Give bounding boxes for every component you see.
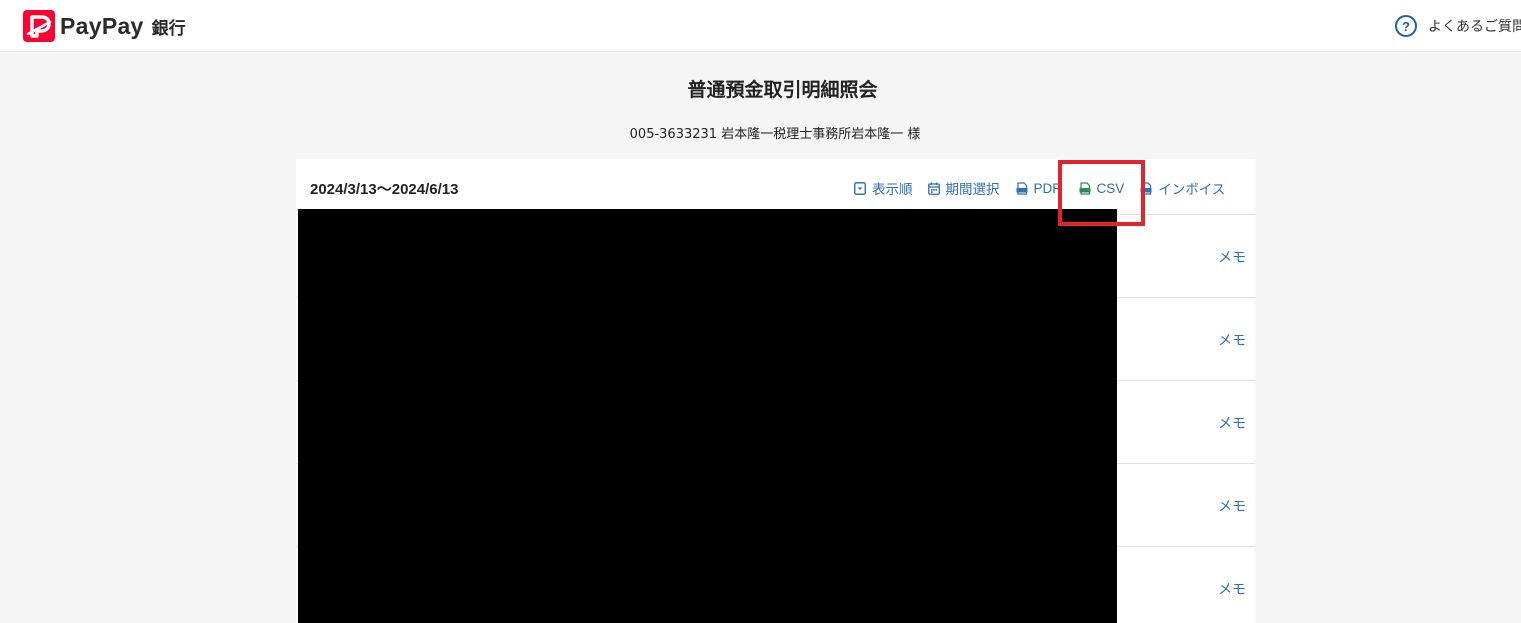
pdf-label: PDF <box>1033 180 1061 196</box>
period-range: 2024/3/13〜2024/6/13 <box>310 181 459 198</box>
period-select-label: 期間選択 <box>945 182 1000 197</box>
paypay-bank-logo[interactable]: PayPay 銀行 <box>22 9 186 43</box>
toolbar: 表示順 期間選択 PDF CSV インボイス <box>854 179 1225 197</box>
paypay-logo-icon <box>23 10 55 42</box>
memo-link[interactable]: メモ <box>1218 413 1246 433</box>
invoice-button[interactable]: インボイス <box>1140 178 1225 198</box>
logo-subtext: 銀行 <box>151 18 186 39</box>
memo-link[interactable]: メモ <box>1218 330 1246 350</box>
sort-order-label: 表示順 <box>872 182 913 197</box>
period-select-button[interactable]: 期間選択 <box>927 178 1000 198</box>
sort-order-button[interactable]: 表示順 <box>854 178 913 198</box>
faq-label: よくあるご質問 <box>1428 19 1521 35</box>
page-title: 普通預金取引明細照会 <box>687 79 878 101</box>
redaction-block <box>298 209 1117 623</box>
csv-highlight-box <box>1058 160 1145 226</box>
top-header: PayPay 銀行 ? よくあるご質問 <box>0 0 1521 52</box>
calendar-icon <box>927 182 940 195</box>
account-info: 005-3633231 岩本隆一税理士事務所岩本隆一 様 <box>629 127 921 142</box>
pdf-file-icon <box>1016 181 1027 195</box>
logo-text: PayPay <box>60 12 144 39</box>
memo-link[interactable]: メモ <box>1218 579 1246 599</box>
help-icon: ? <box>1395 15 1417 37</box>
memo-link[interactable]: メモ <box>1218 247 1246 267</box>
memo-link[interactable]: メモ <box>1218 496 1246 516</box>
invoice-label: インボイス <box>1158 182 1226 197</box>
pdf-download-button[interactable]: PDF <box>1016 181 1061 196</box>
dropdown-box-icon <box>854 181 866 195</box>
faq-link[interactable]: ? よくあるご質問 <box>1395 15 1521 37</box>
